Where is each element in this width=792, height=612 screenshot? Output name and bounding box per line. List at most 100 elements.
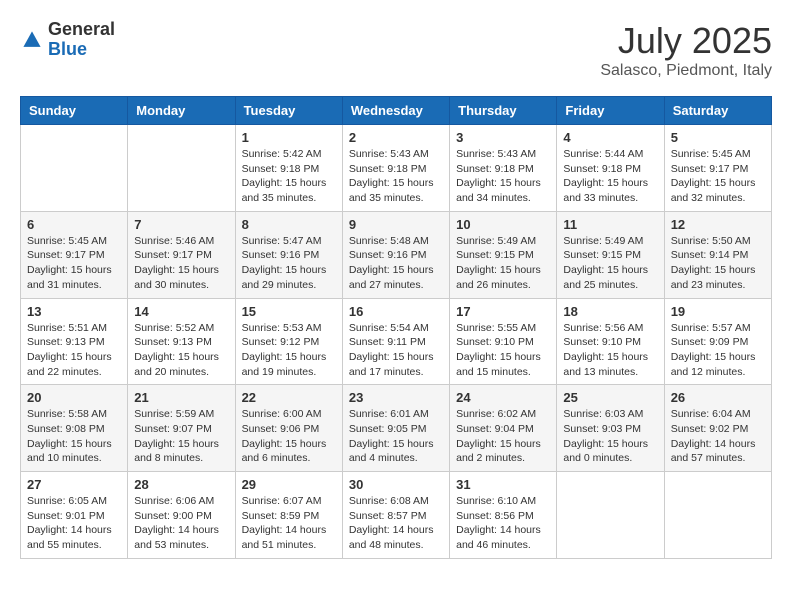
day-info: Sunrise: 5:57 AMSunset: 9:09 PMDaylight:… <box>671 321 765 380</box>
day-info: Sunrise: 5:47 AMSunset: 9:16 PMDaylight:… <box>242 234 336 293</box>
logo: General Blue <box>20 20 115 60</box>
title-block: July 2025 Salasco, Piedmont, Italy <box>600 20 772 80</box>
day-number: 17 <box>456 304 550 319</box>
day-info: Sunrise: 5:55 AMSunset: 9:10 PMDaylight:… <box>456 321 550 380</box>
calendar-cell: 7Sunrise: 5:46 AMSunset: 9:17 PMDaylight… <box>128 211 235 298</box>
day-info: Sunrise: 5:45 AMSunset: 9:17 PMDaylight:… <box>27 234 121 293</box>
calendar-cell: 17 Sunrise: 5:55 AMSunset: 9:10 PMDayligh… <box>450 298 557 385</box>
calendar-cell: 19 Sunrise: 5:57 AMSunset: 9:09 PMDayligh… <box>664 298 771 385</box>
calendar-cell: 11 Sunrise: 5:49 AMSunset: 9:15 PMDayligh… <box>557 211 664 298</box>
day-info: Sunrise: 6:05 AMSunset: 9:01 PMDaylight:… <box>27 494 121 553</box>
day-info: Sunrise: 6:08 AMSunset: 8:57 PMDaylight:… <box>349 494 443 553</box>
calendar-cell: 16Sunrise: 5:54 AMSunset: 9:11 PMDayligh… <box>342 298 449 385</box>
calendar-cell: 5Sunrise: 5:45 AMSunset: 9:17 PMDaylight… <box>664 125 771 212</box>
day-number: 21 <box>134 390 228 405</box>
day-info: Sunrise: 5:56 AMSunset: 9:10 PMDaylight:… <box>563 321 657 380</box>
calendar-cell: 4 Sunrise: 5:44 AMSunset: 9:18 PMDaylight… <box>557 125 664 212</box>
logo-icon <box>20 28 44 52</box>
day-number: 2 <box>349 130 443 145</box>
calendar-cell: 3 Sunrise: 5:43 AMSunset: 9:18 PMDaylight… <box>450 125 557 212</box>
calendar-cell: 14Sunrise: 5:52 AMSunset: 9:13 PMDayligh… <box>128 298 235 385</box>
calendar-cell: 30 Sunrise: 6:08 AMSunset: 8:57 PMDayligh… <box>342 472 449 559</box>
weekday-header-row: SundayMondayTuesdayWednesdayThursdayFrid… <box>21 97 772 125</box>
day-number: 13 <box>27 304 121 319</box>
calendar-cell: 13 Sunrise: 5:51 AMSunset: 9:13 PMDayligh… <box>21 298 128 385</box>
calendar-week-row: 27 Sunrise: 6:05 AMSunset: 9:01 PMDayligh… <box>21 472 772 559</box>
day-number: 27 <box>27 477 121 492</box>
calendar-cell: 29 Sunrise: 6:07 AMSunset: 8:59 PMDayligh… <box>235 472 342 559</box>
weekday-header-thursday: Thursday <box>450 97 557 125</box>
calendar-cell: 2 Sunrise: 5:43 AMSunset: 9:18 PMDaylight… <box>342 125 449 212</box>
calendar-cell <box>128 125 235 212</box>
logo-blue-text: Blue <box>48 39 87 59</box>
day-number: 5 <box>671 130 765 145</box>
location: Salasco, Piedmont, Italy <box>600 62 772 80</box>
calendar-week-row: 13 Sunrise: 5:51 AMSunset: 9:13 PMDayligh… <box>21 298 772 385</box>
day-number: 29 <box>242 477 336 492</box>
day-info: Sunrise: 5:43 AMSunset: 9:18 PMDaylight:… <box>349 147 443 206</box>
logo-general-text: General <box>48 19 115 39</box>
day-info: Sunrise: 5:52 AMSunset: 9:13 PMDaylight:… <box>134 321 228 380</box>
day-info: Sunrise: 5:43 AMSunset: 9:18 PMDaylight:… <box>456 147 550 206</box>
day-number: 22 <box>242 390 336 405</box>
calendar-cell: 1 Sunrise: 5:42 AMSunset: 9:18 PMDaylight… <box>235 125 342 212</box>
day-info: Sunrise: 6:00 AMSunset: 9:06 PMDaylight:… <box>242 407 336 466</box>
day-info: Sunrise: 5:53 AMSunset: 9:12 PMDaylight:… <box>242 321 336 380</box>
day-number: 8 <box>242 217 336 232</box>
day-number: 7 <box>134 217 228 232</box>
day-info: Sunrise: 5:49 AMSunset: 9:15 PMDaylight:… <box>563 234 657 293</box>
day-number: 23 <box>349 390 443 405</box>
month-year: July 2025 <box>600 20 772 62</box>
calendar-cell <box>557 472 664 559</box>
day-number: 4 <box>563 130 657 145</box>
day-info: Sunrise: 6:07 AMSunset: 8:59 PMDaylight:… <box>242 494 336 553</box>
day-info: Sunrise: 6:10 AMSunset: 8:56 PMDaylight:… <box>456 494 550 553</box>
calendar-cell: 26 Sunrise: 6:04 AMSunset: 9:02 PMDayligh… <box>664 385 771 472</box>
weekday-header-sunday: Sunday <box>21 97 128 125</box>
day-number: 16 <box>349 304 443 319</box>
day-number: 11 <box>563 217 657 232</box>
day-info: Sunrise: 6:02 AMSunset: 9:04 PMDaylight:… <box>456 407 550 466</box>
day-info: Sunrise: 5:42 AMSunset: 9:18 PMDaylight:… <box>242 147 336 206</box>
calendar-week-row: 6 Sunrise: 5:45 AMSunset: 9:17 PMDaylight… <box>21 211 772 298</box>
day-info: Sunrise: 6:03 AMSunset: 9:03 PMDaylight:… <box>563 407 657 466</box>
day-number: 15 <box>242 304 336 319</box>
day-info: Sunrise: 5:44 AMSunset: 9:18 PMDaylight:… <box>563 147 657 206</box>
day-info: Sunrise: 6:04 AMSunset: 9:02 PMDaylight:… <box>671 407 765 466</box>
calendar-cell: 21 Sunrise: 5:59 AMSunset: 9:07 PMDayligh… <box>128 385 235 472</box>
day-number: 1 <box>242 130 336 145</box>
calendar-cell: 15 Sunrise: 5:53 AMSunset: 9:12 PMDayligh… <box>235 298 342 385</box>
day-number: 26 <box>671 390 765 405</box>
day-number: 3 <box>456 130 550 145</box>
calendar-cell: 22 Sunrise: 6:00 AMSunset: 9:06 PMDayligh… <box>235 385 342 472</box>
day-info: Sunrise: 6:06 AMSunset: 9:00 PMDaylight:… <box>134 494 228 553</box>
day-info: Sunrise: 5:59 AMSunset: 9:07 PMDaylight:… <box>134 407 228 466</box>
day-info: Sunrise: 5:48 AMSunset: 9:16 PMDaylight:… <box>349 234 443 293</box>
calendar-cell: 20 Sunrise: 5:58 AMSunset: 9:08 PMDayligh… <box>21 385 128 472</box>
day-info: Sunrise: 5:51 AMSunset: 9:13 PMDaylight:… <box>27 321 121 380</box>
day-number: 20 <box>27 390 121 405</box>
calendar-cell: 23Sunrise: 6:01 AMSunset: 9:05 PMDayligh… <box>342 385 449 472</box>
day-info: Sunrise: 5:58 AMSunset: 9:08 PMDaylight:… <box>27 407 121 466</box>
calendar-cell: 6 Sunrise: 5:45 AMSunset: 9:17 PMDaylight… <box>21 211 128 298</box>
weekday-header-friday: Friday <box>557 97 664 125</box>
weekday-header-tuesday: Tuesday <box>235 97 342 125</box>
day-number: 10 <box>456 217 550 232</box>
calendar-cell: 8 Sunrise: 5:47 AMSunset: 9:16 PMDaylight… <box>235 211 342 298</box>
weekday-header-monday: Monday <box>128 97 235 125</box>
day-number: 31 <box>456 477 550 492</box>
day-number: 19 <box>671 304 765 319</box>
calendar-week-row: 1 Sunrise: 5:42 AMSunset: 9:18 PMDaylight… <box>21 125 772 212</box>
calendar-cell: 25 Sunrise: 6:03 AMSunset: 9:03 PMDayligh… <box>557 385 664 472</box>
day-number: 25 <box>563 390 657 405</box>
day-number: 24 <box>456 390 550 405</box>
calendar-cell <box>21 125 128 212</box>
calendar-cell <box>664 472 771 559</box>
day-info: Sunrise: 5:49 AMSunset: 9:15 PMDaylight:… <box>456 234 550 293</box>
calendar-cell: 27 Sunrise: 6:05 AMSunset: 9:01 PMDayligh… <box>21 472 128 559</box>
day-number: 6 <box>27 217 121 232</box>
day-number: 30 <box>349 477 443 492</box>
calendar-cell: 24 Sunrise: 6:02 AMSunset: 9:04 PMDayligh… <box>450 385 557 472</box>
weekday-header-wednesday: Wednesday <box>342 97 449 125</box>
calendar-cell: 31 Sunrise: 6:10 AMSunset: 8:56 PMDayligh… <box>450 472 557 559</box>
